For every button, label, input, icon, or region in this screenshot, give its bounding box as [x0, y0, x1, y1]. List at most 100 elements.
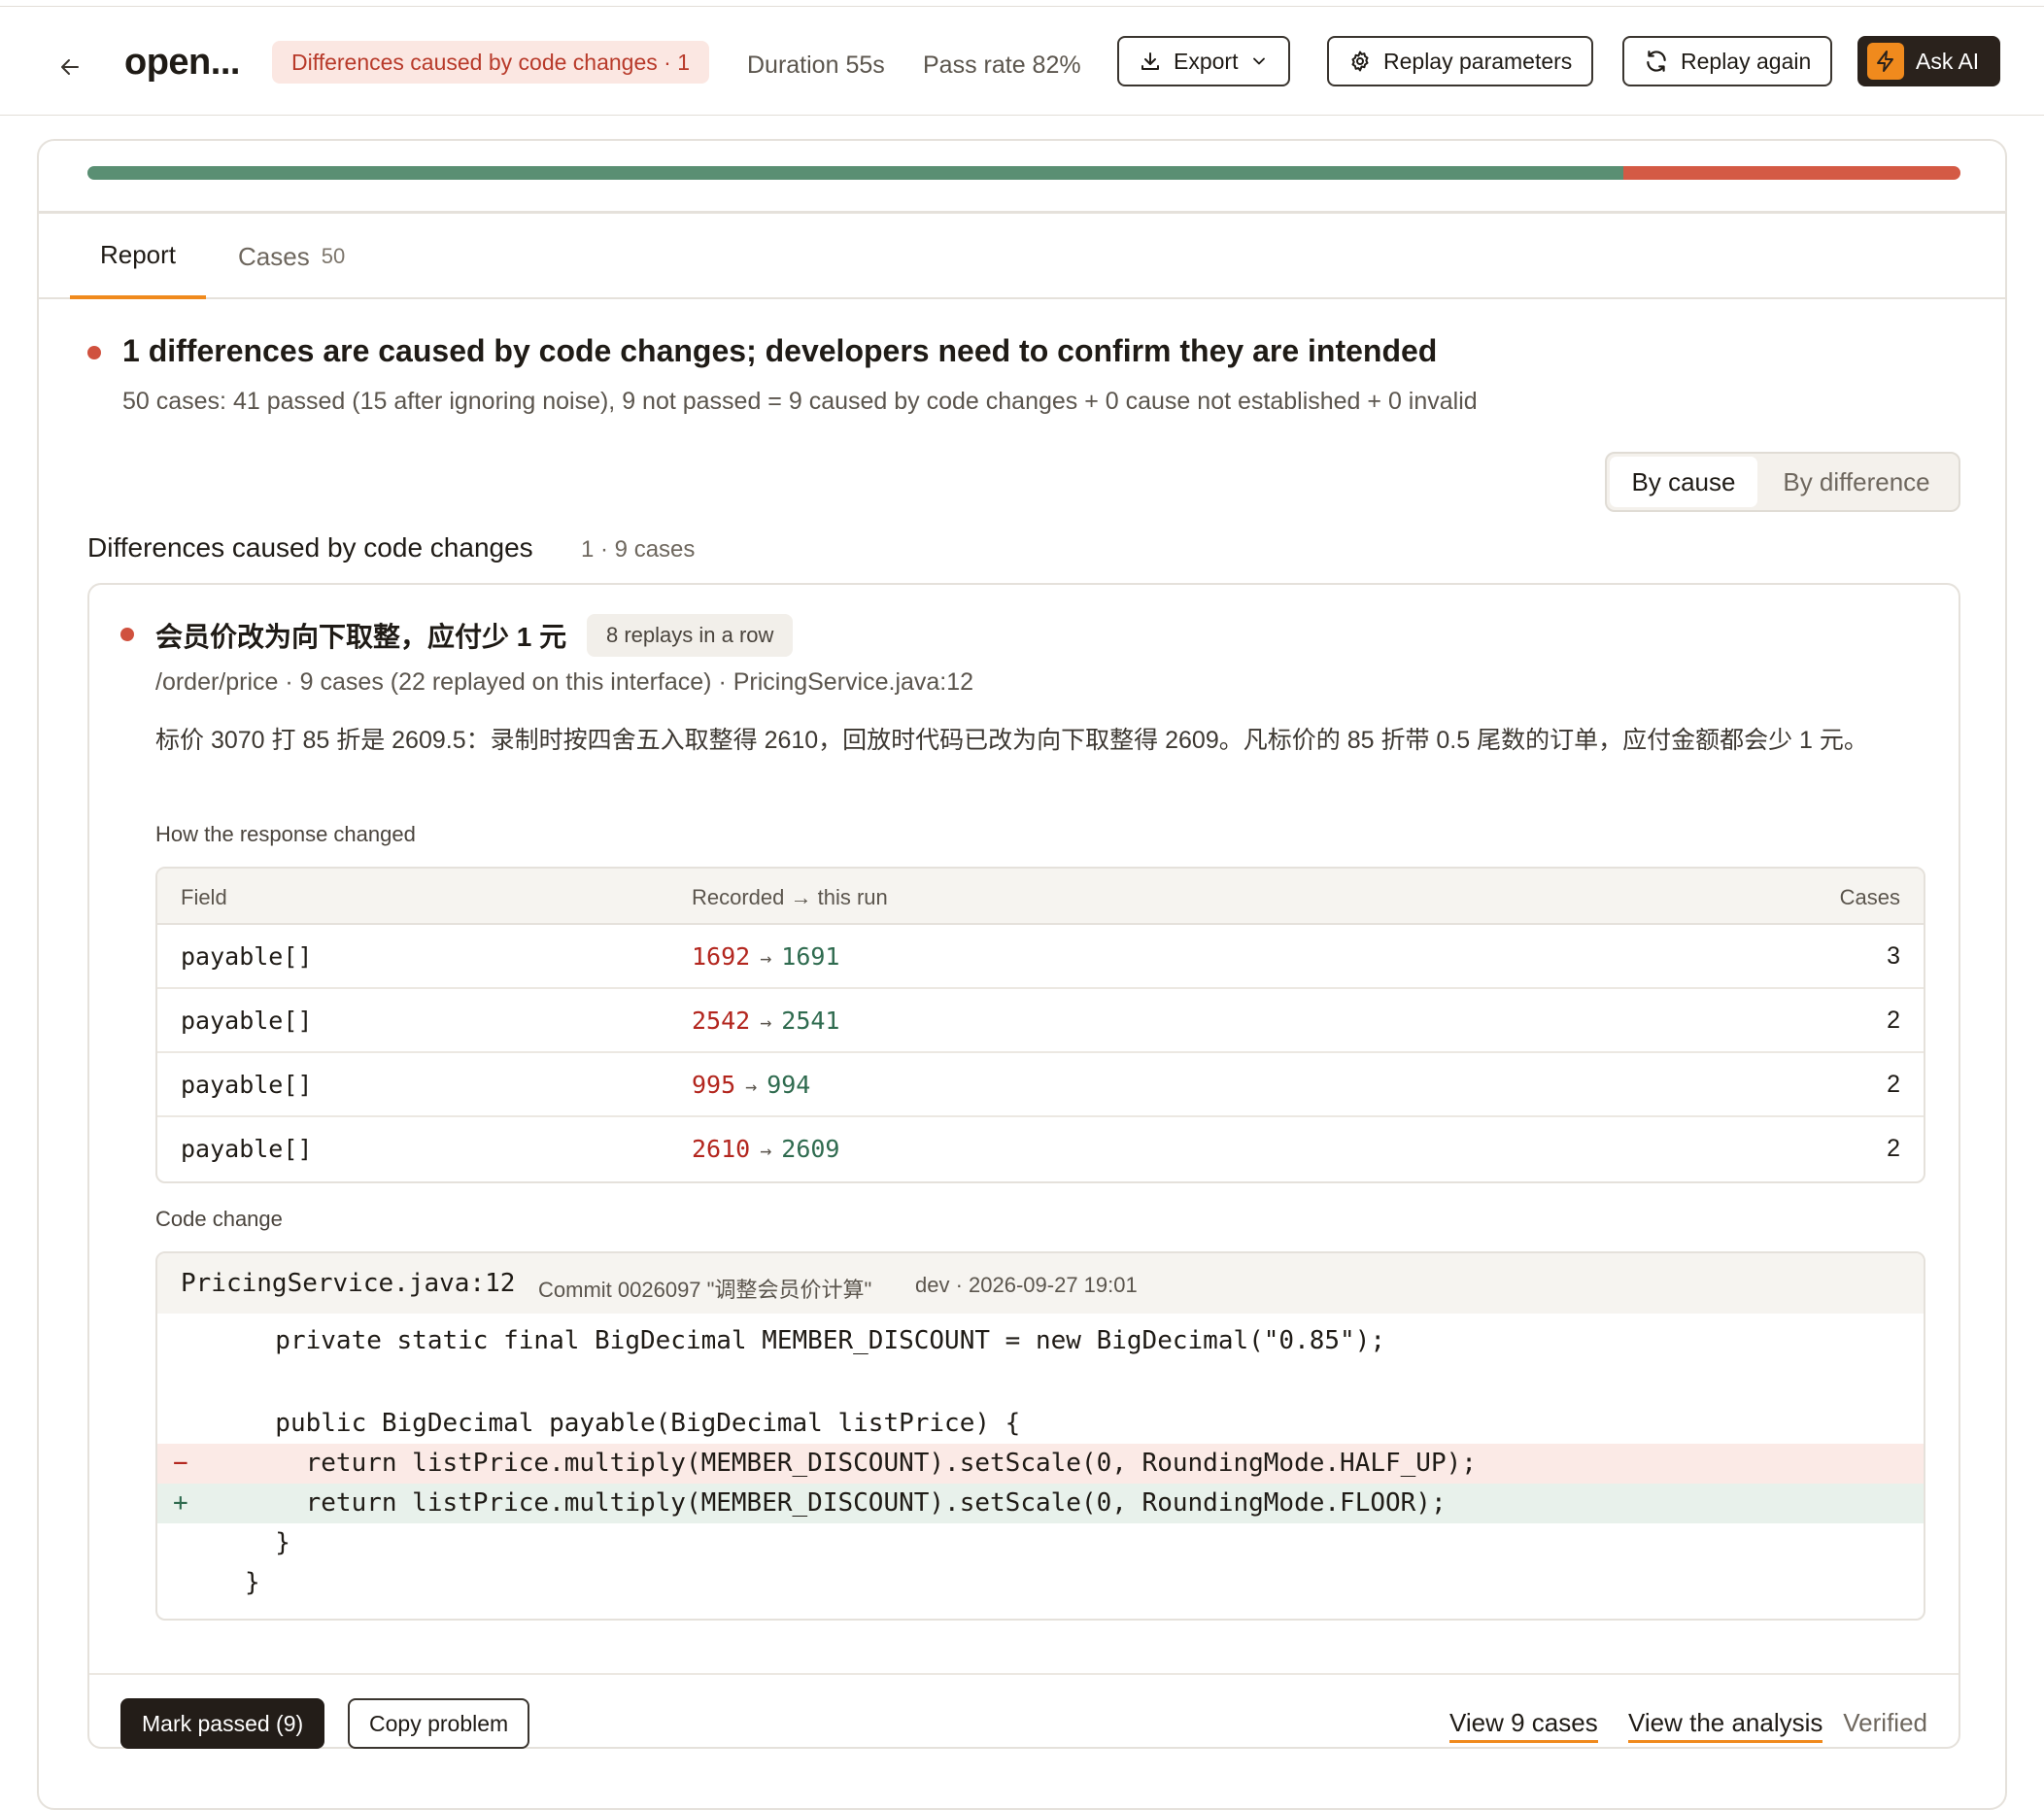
code-diff-block: PricingService.java:12 Commit 0026097 "调…: [155, 1251, 1925, 1621]
cause-actions: Mark passed (9) Copy problem View 9 case…: [89, 1673, 1959, 1751]
row-field: payable[]: [181, 1007, 313, 1035]
summary-title: 1 differences are caused by code changes…: [122, 333, 1438, 368]
diff-marker: −: [173, 1449, 188, 1478]
row-cases: 2: [1887, 1007, 1900, 1034]
code-line-removed: − return listPrice.multiply(MEMBER_DISCO…: [157, 1444, 1924, 1484]
report-card: Report Cases 50 1 differences are caused…: [37, 139, 2007, 1810]
export-label: Export: [1174, 48, 1239, 74]
tab-report[interactable]: Report: [70, 214, 206, 299]
replay-parameters-button[interactable]: Replay parameters: [1327, 36, 1594, 86]
new-value: 2609: [781, 1135, 840, 1163]
row-cases: 3: [1887, 942, 1900, 970]
new-value: 2541: [781, 1007, 840, 1035]
mark-passed-button[interactable]: Mark passed (9): [120, 1698, 325, 1749]
section-title: Differences caused by code changes: [87, 532, 533, 563]
row-field: payable[]: [181, 1135, 313, 1163]
table-header: Field Recorded → this run Cases: [157, 869, 1924, 925]
progress-failed: [1622, 166, 1960, 180]
page-header: open... Differences caused by code chang…: [0, 7, 2044, 116]
duration: Duration 55s: [747, 51, 885, 79]
row-change: 2542 → 2541: [692, 1007, 839, 1035]
section-count: 1 · 9 cases: [581, 536, 696, 563]
row-change: 1692 → 1691: [692, 942, 839, 971]
summary-status-dot: [87, 346, 101, 359]
tab-cases[interactable]: Cases 50: [238, 214, 345, 299]
arrow-right-icon: →: [745, 1075, 758, 1098]
code-text: }: [245, 1528, 290, 1557]
old-value: 995: [692, 1071, 736, 1099]
download-icon: [1141, 52, 1159, 70]
response-diff-table: Field Recorded → this run Cases payable[…: [155, 867, 1925, 1183]
export-button[interactable]: Export: [1117, 36, 1291, 86]
arrow-right-icon: →: [760, 1139, 772, 1162]
code-text: return listPrice.multiply(MEMBER_DISCOUN…: [245, 1449, 1477, 1478]
ask-ai-label: Ask AI: [1916, 48, 1980, 74]
row-cases: 2: [1887, 1071, 1900, 1098]
refresh-icon: [1647, 51, 1666, 72]
view-analysis-link[interactable]: View the analysis: [1628, 1708, 1823, 1743]
code-line: }: [157, 1563, 1924, 1603]
toggle-by-cause[interactable]: By cause: [1610, 457, 1757, 507]
replay-again-button[interactable]: Replay again: [1622, 36, 1833, 86]
row-cases: 2: [1887, 1135, 1900, 1162]
header-change: Recorded → this run: [692, 885, 888, 909]
new-value: 994: [766, 1071, 811, 1099]
code-line: public BigDecimal payable(BigDecimal lis…: [157, 1404, 1924, 1444]
header-cases: Cases: [1839, 885, 1900, 909]
tab-report-label: Report: [99, 239, 177, 269]
code-text: private static final BigDecimal MEMBER_D…: [245, 1326, 1385, 1355]
summary-subtitle: 50 cases: 41 passed (15 after ignoring n…: [122, 388, 1478, 415]
tab-cases-label: Cases: [238, 241, 310, 271]
arrow-right-icon: →: [760, 946, 772, 970]
new-value: 1691: [781, 942, 840, 971]
code-line-added: + return listPrice.multiply(MEMBER_DISCO…: [157, 1484, 1924, 1523]
code-text: public BigDecimal payable(BigDecimal lis…: [245, 1409, 1021, 1438]
cause-status-dot: [120, 628, 134, 641]
code-body: private static final BigDecimal MEMBER_D…: [157, 1314, 1924, 1603]
toggle-by-difference[interactable]: By difference: [1757, 457, 1956, 507]
code-header: PricingService.java:12 Commit 0026097 "调…: [157, 1253, 1924, 1314]
code-change-label: Code change: [155, 1207, 283, 1231]
code-branch-time: dev · 2026-09-27 19:01: [915, 1273, 1138, 1297]
arrow-left-icon: [61, 59, 79, 75]
table-row: payable[] 2542 → 2541 2: [157, 989, 1924, 1053]
table-row: payable[] 2610 → 2609 2: [157, 1117, 1924, 1181]
row-change: 2610 → 2609: [692, 1135, 839, 1163]
pass-progress-bar: [87, 166, 1960, 180]
cause-description: 标价 3070 打 85 折是 2609.5：录制时按四舍五入取整得 2610，…: [155, 727, 1868, 754]
row-field: payable[]: [181, 942, 313, 971]
progress-passed: [87, 166, 1623, 180]
row-field: payable[]: [181, 1071, 313, 1099]
old-value: 1692: [692, 942, 751, 971]
tab-cases-count: 50: [321, 244, 346, 268]
response-changes-label: How the response changed: [155, 822, 416, 846]
page-title: open...: [124, 42, 240, 83]
table-row: payable[] 995 → 994 2: [157, 1053, 1924, 1117]
view-toggle: By cause By difference: [1605, 452, 1960, 512]
chevron-down-icon: [1253, 57, 1266, 65]
code-line: private static final BigDecimal MEMBER_D…: [157, 1321, 1924, 1361]
code-file-name[interactable]: PricingService.java:12: [181, 1269, 515, 1298]
ask-ai-button[interactable]: Ask AI: [1857, 36, 2001, 86]
replay-parameters-label: Replay parameters: [1383, 48, 1573, 74]
tab-bar: Report Cases 50: [39, 214, 2005, 299]
verified-status: Verified: [1843, 1708, 1927, 1737]
old-value: 2610: [692, 1135, 751, 1163]
header-field: Field: [181, 885, 227, 909]
old-value: 2542: [692, 1007, 751, 1035]
code-text: }: [245, 1568, 260, 1597]
cause-title: 会员价改为向下取整，应付少 1 元: [155, 622, 567, 652]
arrow-right-icon: →: [760, 1010, 772, 1034]
replay-again-label: Replay again: [1681, 48, 1812, 74]
status-badge: Differences caused by code changes · 1: [272, 41, 709, 84]
row-change: 995 → 994: [692, 1071, 810, 1099]
lightning-icon: [1867, 43, 1904, 80]
code-line: }: [157, 1523, 1924, 1563]
back-button[interactable]: [51, 48, 89, 86]
cause-panel: 会员价改为向下取整，应付少 1 元 8 replays in a row /or…: [87, 583, 1960, 1749]
table-row: payable[] 1692 → 1691 3: [157, 925, 1924, 989]
copy-problem-button[interactable]: Copy problem: [348, 1698, 530, 1749]
view-cases-link[interactable]: View 9 cases: [1449, 1708, 1598, 1743]
code-commit: Commit 0026097 "调整会员价计算": [538, 1278, 872, 1302]
